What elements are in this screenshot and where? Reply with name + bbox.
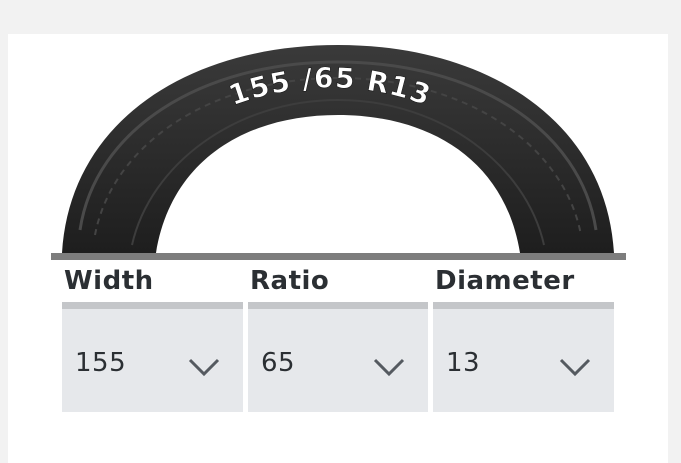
- diameter-label: Diameter: [435, 266, 575, 296]
- chevron-down-icon: [373, 358, 405, 377]
- tire-illustration: 155 /65 R13: [0, 0, 681, 270]
- chevron-down-icon: [188, 358, 220, 377]
- diameter-value: 13: [446, 348, 481, 378]
- diameter-select[interactable]: 13: [433, 302, 614, 412]
- ratio-label: Ratio: [250, 266, 330, 296]
- tire-baseline: [51, 253, 626, 260]
- ratio-select[interactable]: 65: [248, 302, 428, 412]
- width-select[interactable]: 155: [62, 302, 243, 412]
- width-label: Width: [64, 266, 154, 296]
- width-value: 155: [75, 348, 127, 378]
- chevron-down-icon: [559, 358, 591, 377]
- tire-graphic: 155 /65 R13: [62, 45, 614, 253]
- ratio-value: 65: [261, 348, 296, 378]
